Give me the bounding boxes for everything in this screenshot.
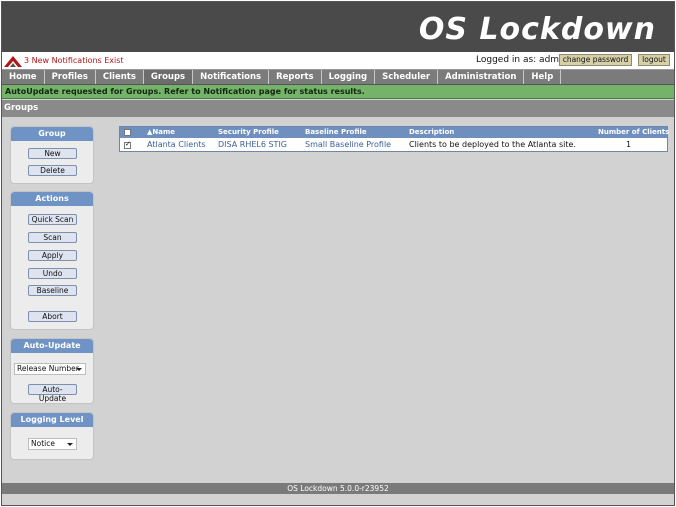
page-title: Groups [2, 100, 674, 117]
group-panel-title: Group [11, 127, 93, 141]
nav-administration[interactable]: Administration [438, 70, 525, 84]
baseline-button[interactable]: Baseline [28, 285, 77, 296]
column-header-security-profile[interactable]: Security Profile [218, 128, 279, 137]
nav-groups[interactable]: Groups [143, 70, 194, 84]
nav-clients[interactable]: Clients [96, 70, 144, 84]
abort-button[interactable]: Abort [28, 311, 77, 322]
logo-icon [4, 56, 22, 67]
column-header-name[interactable]: ▲Name [147, 128, 175, 137]
logged-in-label: Logged in as: admin [476, 55, 568, 65]
nav-profiles[interactable]: Profiles [45, 70, 96, 84]
new-group-button[interactable]: New [28, 148, 77, 159]
footer-version: OS Lockdown 5.0.0-r23952 [2, 483, 674, 494]
release-number-select[interactable]: Release Number [14, 363, 86, 375]
group-name-link[interactable]: Atlanta Clients [147, 140, 206, 150]
logging-level-select-value: Notice [31, 439, 55, 448]
column-header-baseline-profile[interactable]: Baseline Profile [305, 128, 367, 137]
status-message: AutoUpdate requested for Groups. Refer t… [2, 85, 674, 99]
logging-level-panel: Logging Level Notice [10, 412, 94, 460]
nav-home[interactable]: Home [2, 70, 45, 84]
app-title: OS Lockdown [418, 12, 656, 47]
auto-update-panel: Auto-Update Release Number Auto-Update [10, 338, 94, 404]
app-window: OS Lockdown 3 New Notifications Exist Lo… [1, 1, 675, 506]
select-all-checkbox[interactable] [124, 129, 131, 136]
nav-notifications[interactable]: Notifications [193, 70, 270, 84]
table-header: ▲Name Security Profile Baseline Profile … [120, 127, 669, 138]
group-description: Clients to be deployed to the Atlanta si… [409, 140, 576, 149]
actions-panel: Actions Quick Scan Scan Apply Undo Basel… [10, 191, 94, 330]
info-bar: 3 New Notifications Exist Logged in as: … [2, 52, 674, 69]
undo-button[interactable]: Undo [28, 268, 77, 279]
column-header-description[interactable]: Description [409, 128, 454, 137]
chevron-down-icon [67, 443, 73, 446]
nav-scheduler[interactable]: Scheduler [375, 70, 439, 84]
footer-band [2, 494, 674, 505]
logging-level-panel-title: Logging Level [11, 413, 93, 427]
group-panel: Group New Delete [10, 126, 94, 184]
logout-button[interactable]: logout [638, 54, 670, 66]
app-banner: OS Lockdown [2, 2, 674, 52]
baseline-profile-link[interactable]: Small Baseline Profile [305, 140, 391, 150]
logging-level-select[interactable]: Notice [28, 438, 77, 450]
groups-table: ▲Name Security Profile Baseline Profile … [119, 126, 669, 152]
release-number-select-value: Release Number [17, 364, 79, 373]
auto-update-button[interactable]: Auto-Update [28, 384, 77, 403]
auto-update-panel-title: Auto-Update [11, 339, 93, 353]
main-nav: Home Profiles Clients Groups Notificatio… [2, 69, 674, 85]
column-header-number-of-clients[interactable]: Number of Clients [598, 128, 669, 137]
apply-button[interactable]: Apply [28, 250, 77, 261]
nav-reports[interactable]: Reports [269, 70, 322, 84]
nav-help[interactable]: Help [524, 70, 562, 84]
notifications-link[interactable]: 3 New Notifications Exist [24, 56, 124, 65]
client-count: 1 [626, 140, 632, 149]
delete-group-button[interactable]: Delete [28, 165, 77, 176]
security-profile-link[interactable]: DISA RHEL6 STIG [218, 140, 287, 150]
scan-button[interactable]: Scan [28, 232, 77, 243]
nav-logging[interactable]: Logging [322, 70, 376, 84]
quick-scan-button[interactable]: Quick Scan [28, 214, 77, 225]
actions-panel-title: Actions [11, 192, 93, 206]
change-password-button[interactable]: change password [559, 54, 632, 66]
row-checkbox[interactable] [124, 140, 131, 149]
chevron-down-icon [76, 368, 82, 371]
